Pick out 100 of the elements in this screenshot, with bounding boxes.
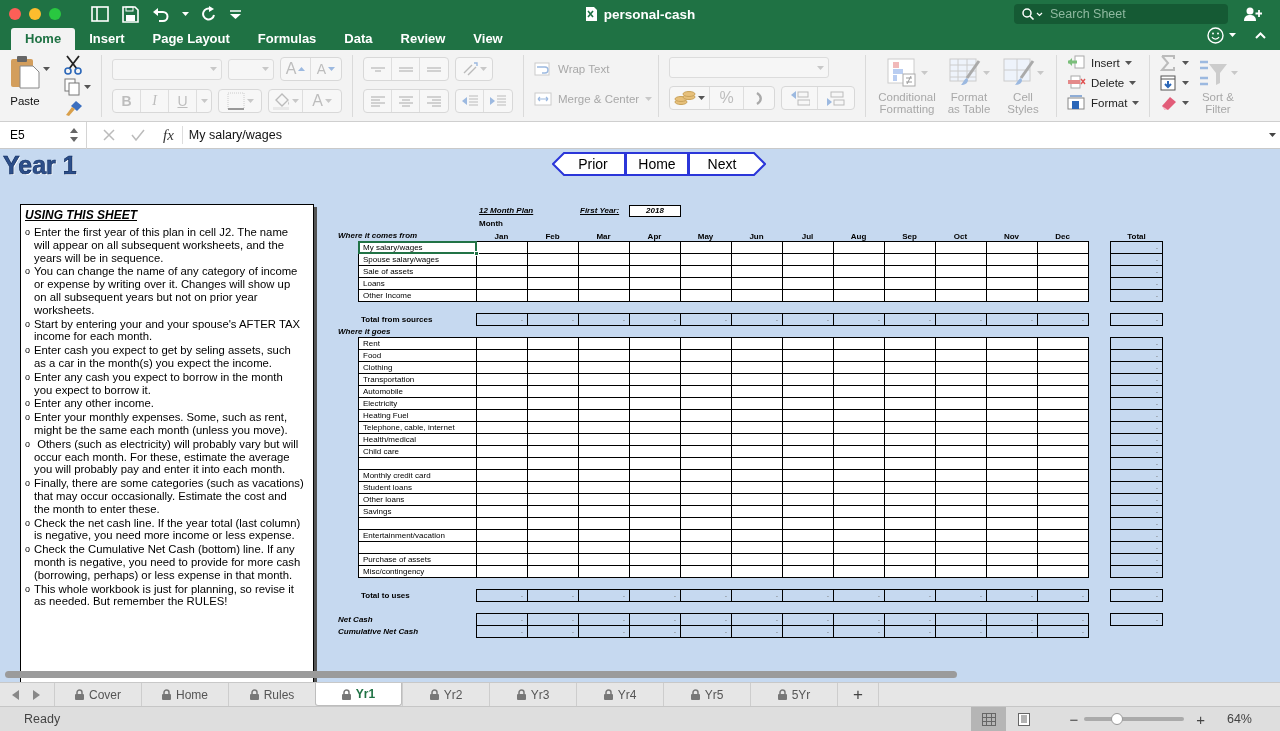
add-person-icon[interactable] [1244,7,1262,21]
slider-thumb[interactable] [1111,713,1124,725]
name-box[interactable]: E5 [0,121,86,149]
sum-button[interactable] [1160,55,1190,71]
table-cell[interactable] [629,565,681,578]
table-cell[interactable] [1037,565,1089,578]
sum-icon [1160,55,1178,71]
ribbon-command[interactable]: Delete [1067,75,1140,90]
table-cell[interactable] [935,565,987,578]
table-cell[interactable] [884,289,936,302]
clipboard-icon [10,55,40,89]
table-cell[interactable] [680,289,732,302]
table-cell[interactable]: My salary/wages [358,241,477,254]
column-header: Mar [595,231,612,243]
table-cell[interactable] [629,289,681,302]
table-cell[interactable] [986,289,1038,302]
caret-icon[interactable] [1132,100,1140,105]
status-text: Ready [24,712,61,726]
table-cell[interactable] [833,565,885,578]
table-cell[interactable] [527,289,579,302]
spinner-icon[interactable] [70,128,78,142]
zoom-out-button[interactable]: − [1069,710,1079,728]
save-icon[interactable] [122,5,139,23]
table-cell[interactable] [476,289,528,302]
table-cell[interactable] [1037,289,1089,302]
view-button[interactable] [971,707,1007,731]
ribbon-tab[interactable]: View [459,28,517,50]
ribbon-tab[interactable]: Data [330,28,387,50]
search-field[interactable]: Search Sheet [1014,4,1228,24]
fill-handle[interactable] [474,251,479,256]
ribbon-tab[interactable]: Home [11,28,76,50]
coins-icon [674,90,696,106]
minimize-button[interactable] [29,8,41,20]
search-icon [1022,8,1044,20]
caret-icon[interactable] [1182,101,1190,105]
table-cell[interactable] [680,565,732,578]
ribbon-command[interactable]: Format [1067,95,1140,110]
table-cell[interactable] [782,289,834,302]
caret-icon[interactable] [182,12,189,16]
expand-icon[interactable] [1269,133,1276,137]
nav-button[interactable]: Next [688,152,766,176]
formula-field[interactable]: My salary/wages [188,128,1269,142]
ribbon-tab[interactable]: Review [386,28,460,50]
table-cell[interactable] [527,565,579,578]
customize-icon[interactable] [230,9,241,19]
column-header: May [696,231,715,243]
year-field[interactable]: 2018 [629,205,681,217]
scissors-icon[interactable] [64,55,82,75]
caret-icon[interactable] [1229,33,1236,37]
caret-icon[interactable] [1129,80,1137,85]
ribbon-command[interactable]: Insert [1067,55,1140,70]
undo-icon[interactable] [152,6,169,22]
caret-icon[interactable] [1182,81,1190,85]
table-cell[interactable] [986,565,1038,578]
table-cell[interactable]: Other Income [358,289,477,302]
caret-icon[interactable] [84,85,91,89]
table-cell[interactable] [731,289,783,302]
caret-icon[interactable] [698,96,705,100]
align-bottom-icon [426,66,442,72]
redo-icon[interactable] [202,6,217,22]
table-cell[interactable] [935,289,987,302]
table-cell[interactable] [731,565,783,578]
up-triangle-icon [298,67,306,71]
zoom-in-button[interactable]: + [1196,710,1205,728]
table-cell[interactable] [884,565,936,578]
fill-down-button[interactable] [1160,75,1190,91]
table-cell[interactable] [833,289,885,302]
collapse-icon[interactable] [1255,31,1266,39]
delete-cells-icon [1067,75,1086,90]
brush-icon[interactable] [64,99,84,117]
table-cell[interactable]: Misc/contingency [358,565,477,578]
insert-function-button[interactable]: fx [163,126,174,144]
previous-sheet-icon[interactable] [12,689,20,700]
paste-button[interactable]: Paste [10,55,40,107]
bullet: o [25,344,31,358]
caret-icon[interactable] [1182,61,1190,65]
fill-down-icon [1160,75,1178,91]
zoom-button[interactable] [49,8,61,20]
ribbon-tab[interactable]: Insert [75,28,139,50]
nav-button[interactable]: Prior [552,152,626,176]
bullet: o [25,543,31,557]
caret-icon[interactable] [43,67,50,71]
table-cell[interactable] [476,565,528,578]
increase-indent-icon [489,94,507,108]
caret-icon[interactable] [1124,60,1132,65]
ribbon-tab[interactable]: Formulas [243,28,331,50]
table-cell[interactable] [578,289,630,302]
sidebar-icon[interactable] [91,6,109,22]
ribbon-tab[interactable]: Page Layout [138,28,244,50]
eraser-button[interactable] [1160,95,1190,111]
sheet-tab[interactable]: Yr1 [315,683,402,706]
align-top-icon [369,66,386,72]
section-label: Where it comes from [338,230,419,241]
smiley-icon[interactable] [1207,26,1224,44]
table-cell[interactable] [578,565,630,578]
scrollbar-thumb[interactable] [5,671,957,678]
next-sheet-icon[interactable] [32,689,40,700]
search-input[interactable]: Search Sheet [1048,6,1218,22]
nav-button[interactable]: Home [625,152,689,176]
table-cell[interactable] [782,565,834,578]
